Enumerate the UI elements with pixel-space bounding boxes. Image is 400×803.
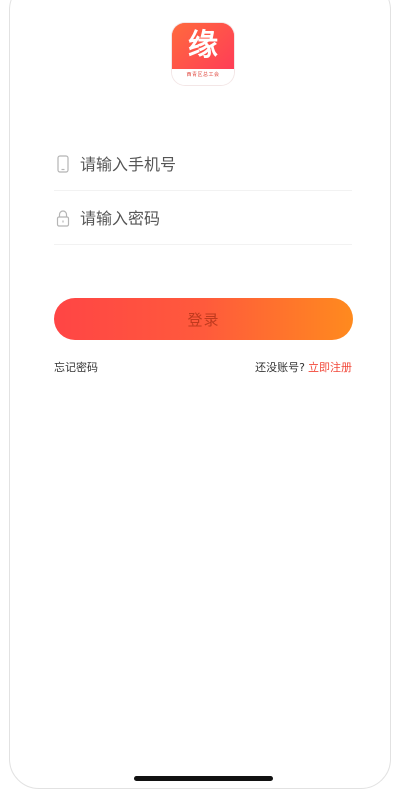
logo-subtitle: 西青区总工会 <box>186 72 220 78</box>
logo-character: 缘 <box>188 28 218 63</box>
password-field <box>54 194 352 245</box>
phone-input[interactable] <box>80 150 340 178</box>
lock-icon <box>54 208 72 228</box>
forgot-password-link[interactable]: 忘记密码 <box>54 360 98 376</box>
register-prompt: 还没账号? 立即注册 <box>255 360 352 376</box>
password-input[interactable] <box>80 204 340 232</box>
no-account-text: 还没账号? <box>255 361 305 374</box>
mobile-phone-icon <box>54 154 72 174</box>
app-logo: 缘 西青区总工会 <box>172 23 234 85</box>
register-link[interactable]: 立即注册 <box>308 361 352 374</box>
login-button[interactable]: 登录 <box>54 298 353 340</box>
home-indicator[interactable] <box>134 776 273 781</box>
phone-field <box>54 140 352 191</box>
phone-frame <box>9 0 391 789</box>
